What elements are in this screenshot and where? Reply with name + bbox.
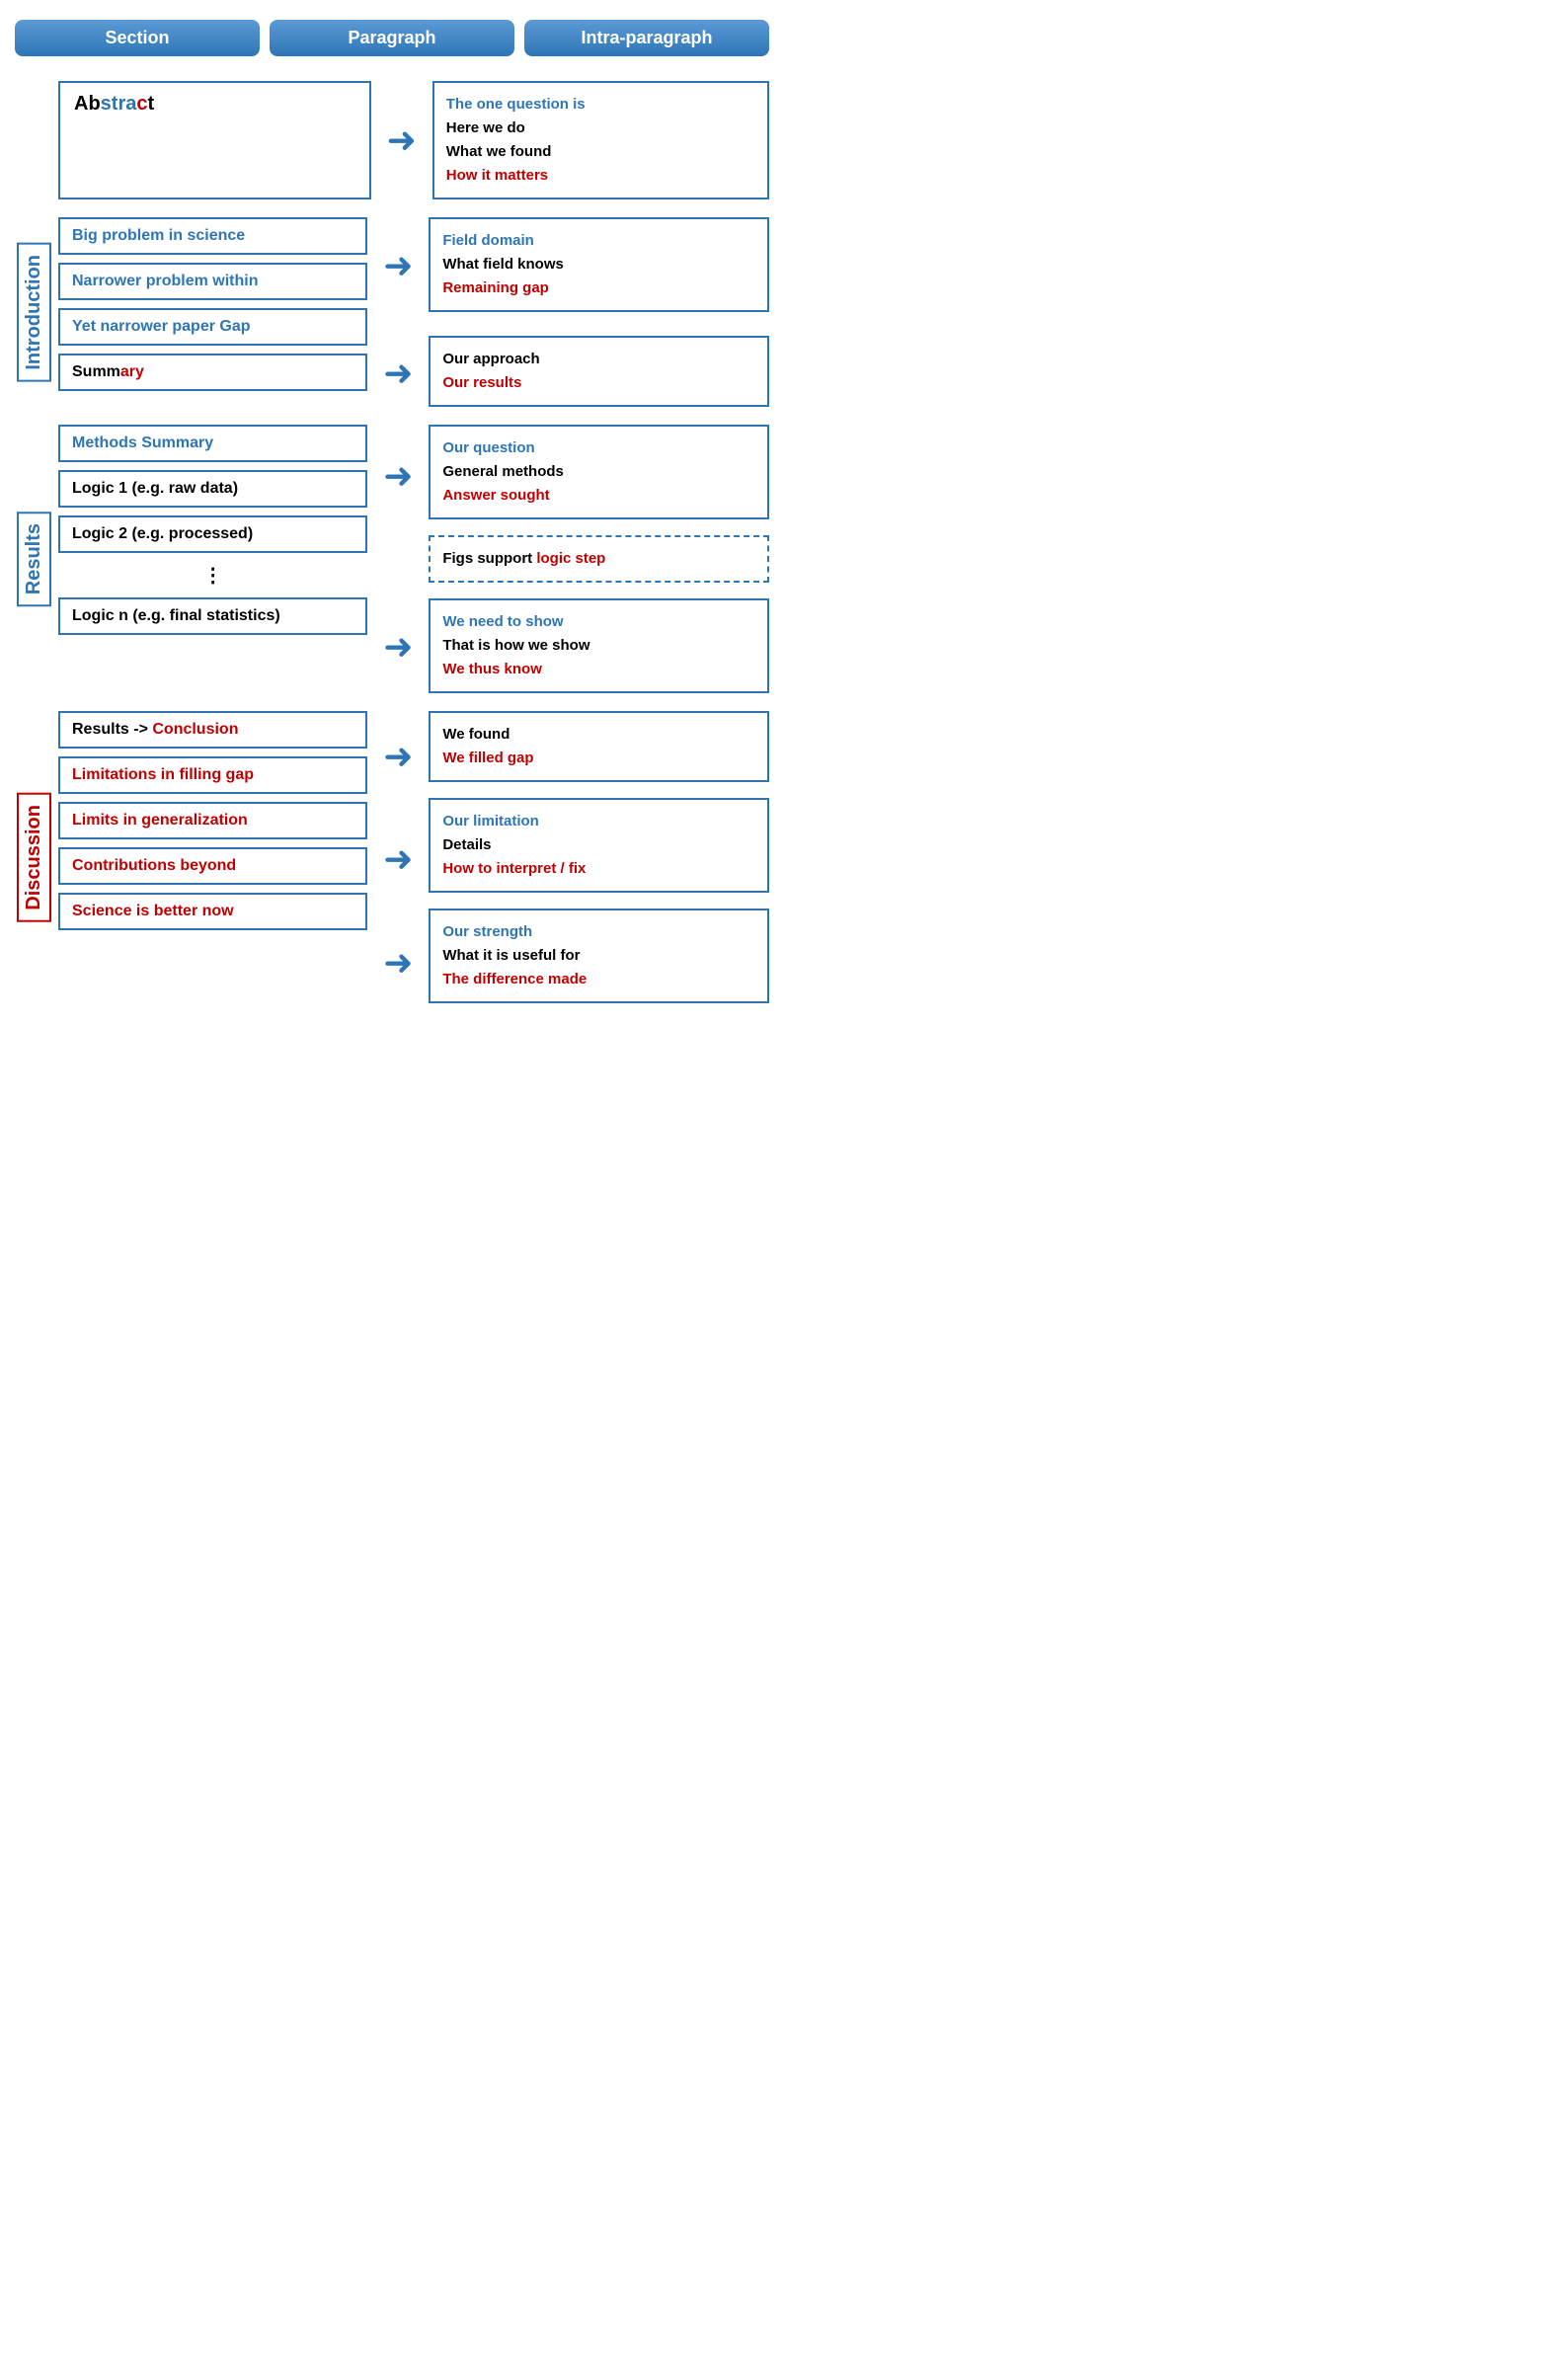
- results-intra-1-line3: Answer sought: [442, 484, 755, 508]
- introduction-label-wrap: Introduction: [15, 217, 52, 407]
- abstract-intra-line2: Here we do: [446, 117, 755, 140]
- intro-intra-box-2: Our approach Our results: [429, 336, 769, 407]
- introduction-right: Field domain What field knows Remaining …: [429, 217, 769, 407]
- abstract-intra-line1: The one question is: [446, 93, 755, 117]
- abstract-spacer: [15, 81, 52, 199]
- results-intra-1-line1: Our question: [442, 436, 755, 460]
- discussion-intra-1-line2: We filled gap: [442, 747, 755, 770]
- abstract-arrow-col: ➜: [377, 81, 427, 199]
- discussion-intra-3-line3: The difference made: [442, 968, 755, 991]
- introduction-middle: Big problem in science Narrower problem …: [58, 217, 367, 407]
- header-paragraph: Paragraph: [270, 20, 514, 56]
- results-right: Our question General methods Answer soug…: [429, 425, 769, 693]
- results-arrow-1: ➜: [383, 458, 413, 494]
- results-dots: ⋮: [58, 561, 367, 590]
- discussion-para-1-red: Conclusion: [152, 721, 238, 738]
- results-intra-box-2: Figs support logic step: [429, 535, 769, 583]
- discussion-para-3: Limits in generalization: [58, 802, 367, 839]
- discussion-intra-3-line2: What it is useful for: [442, 944, 755, 968]
- results-middle: Methods Summary Logic 1 (e.g. raw data) …: [58, 425, 367, 693]
- discussion-intra-1-line1: We found: [442, 723, 755, 747]
- discussion-para-1: Results -> Conclusion: [58, 711, 367, 749]
- discussion-intra-2-line2: Details: [442, 833, 755, 857]
- discussion-arrow-2: ➜: [383, 841, 413, 877]
- results-para-3: Logic 2 (e.g. processed): [58, 515, 367, 553]
- intro-intra-2-line1: Our approach: [442, 348, 755, 371]
- results-intra-2-line1: Figs support logic step: [442, 547, 755, 571]
- intro-arrow-2: ➜: [383, 356, 413, 391]
- discussion-right: We found We filled gap Our limitation De…: [429, 711, 769, 1003]
- intro-summary-prefix: Summ: [72, 363, 120, 380]
- abstract-intra-line4: How it matters: [446, 164, 755, 188]
- discussion-intra-3-line1: Our strength: [442, 920, 755, 944]
- results-para-4: Logic n (e.g. final statistics): [58, 597, 367, 635]
- header-intra-paragraph: Intra-paragraph: [524, 20, 769, 56]
- intro-intra-1-line2: What field knows: [442, 253, 755, 276]
- discussion-intra-box-1: We found We filled gap: [429, 711, 769, 782]
- discussion-para-4: Contributions beyond: [58, 847, 367, 885]
- abstract-section: Abstract ➜ The one question is Here we d…: [15, 81, 769, 199]
- abstract-intra-line3: What we found: [446, 140, 755, 164]
- header-section: Section: [15, 20, 260, 56]
- intro-intra-box-1: Field domain What field knows Remaining …: [429, 217, 769, 312]
- abstract-para-box: Abstract: [58, 81, 371, 199]
- abstract-intra-box: The one question is Here we do What we f…: [432, 81, 769, 199]
- results-section: Results Methods Summary Logic 1 (e.g. ra…: [15, 425, 769, 693]
- discussion-arrow-3: ➜: [383, 945, 413, 981]
- introduction-label: Introduction: [17, 243, 51, 382]
- results-intra-3-line3: We thus know: [442, 658, 755, 681]
- intro-para-1: Big problem in science: [58, 217, 367, 255]
- intro-intra-1-line3: Remaining gap: [442, 276, 755, 300]
- results-intra-1-line2: General methods: [442, 460, 755, 484]
- intro-intra-1-line1: Field domain: [442, 229, 755, 253]
- abstract-label-stra: stra: [101, 93, 137, 115]
- results-arrow-2: ➜: [383, 629, 413, 665]
- discussion-para-5: Science is better now: [58, 893, 367, 930]
- discussion-intra-2-line1: Our limitation: [442, 810, 755, 833]
- results-para-2: Logic 1 (e.g. raw data): [58, 470, 367, 508]
- abstract-label-ab: Ab: [74, 93, 101, 115]
- results-para-1: Methods Summary: [58, 425, 367, 462]
- results-intra-box-3: We need to show That is how we show We t…: [429, 598, 769, 693]
- discussion-intra-box-3: Our strength What it is useful for The d…: [429, 908, 769, 1003]
- discussion-para-1-prefix: Results ->: [72, 721, 152, 738]
- results-intra-3-line1: We need to show: [442, 610, 755, 634]
- abstract-arrow: ➜: [387, 122, 417, 158]
- intro-intra-2-line2: Our results: [442, 371, 755, 395]
- discussion-arrows: ➜ ➜ ➜: [373, 711, 423, 1003]
- results-label-wrap: Results: [15, 425, 52, 693]
- intro-para-4: Summary: [58, 354, 367, 391]
- header-row: Section Paragraph Intra-paragraph: [15, 20, 769, 56]
- intro-summary-red: ary: [120, 363, 144, 380]
- discussion-arrow-1: ➜: [383, 739, 413, 774]
- discussion-intra-2-line3: How to interpret / fix: [442, 857, 755, 881]
- abstract-label-c: c: [136, 93, 147, 115]
- discussion-label: Discussion: [17, 793, 51, 922]
- intro-arrow-1: ➜: [383, 248, 413, 283]
- discussion-middle: Results -> Conclusion Limitations in fil…: [58, 711, 367, 1003]
- introduction-arrows: ➜ ➜: [373, 217, 423, 407]
- results-label: Results: [17, 512, 51, 606]
- discussion-intra-box-2: Our limitation Details How to interpret …: [429, 798, 769, 893]
- discussion-label-wrap: Discussion: [15, 711, 52, 1003]
- results-intra-3-line2: That is how we show: [442, 634, 755, 658]
- intro-para-2: Narrower problem within: [58, 263, 367, 300]
- results-intra-box-1: Our question General methods Answer soug…: [429, 425, 769, 519]
- results-arrows: ➜ ➜: [373, 425, 423, 693]
- abstract-label-t: t: [148, 93, 155, 115]
- discussion-section: Discussion Results -> Conclusion Limitat…: [15, 711, 769, 1003]
- intro-para-3: Yet narrower paper Gap: [58, 308, 367, 346]
- introduction-section: Introduction Big problem in science Narr…: [15, 217, 769, 407]
- discussion-para-2: Limitations in filling gap: [58, 756, 367, 794]
